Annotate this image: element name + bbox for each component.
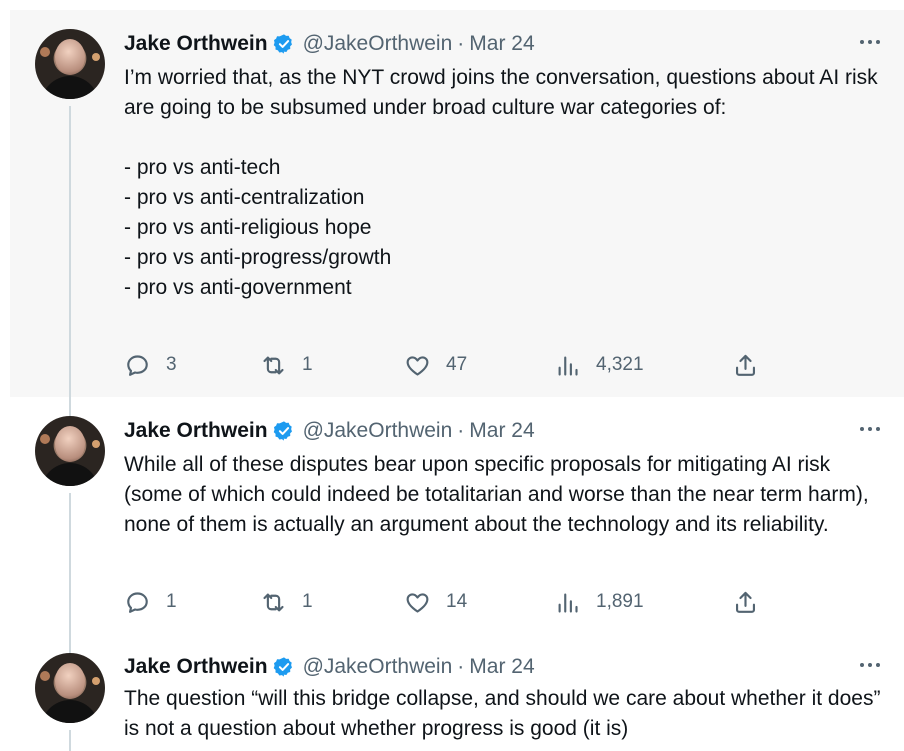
author-name[interactable]: Jake Orthwein xyxy=(124,419,268,443)
thread-line xyxy=(69,106,71,397)
more-options-icon[interactable] xyxy=(858,657,882,673)
views-button[interactable]: 1,891 xyxy=(554,585,644,619)
tweet[interactable]: Jake Orthwein @JakeOrthwein · Mar 24 Whi… xyxy=(10,397,904,637)
avatar[interactable] xyxy=(35,653,105,723)
share-icon xyxy=(735,591,756,613)
separator-dot: · xyxy=(457,32,465,55)
like-button[interactable]: 47 xyxy=(404,348,467,382)
tweet-header: Jake Orthwein @JakeOrthwein · Mar 24 xyxy=(124,417,535,445)
views-button[interactable]: 4,321 xyxy=(554,348,644,382)
more-options-icon[interactable] xyxy=(858,34,882,50)
like-count: 47 xyxy=(446,354,468,375)
reply-count: 1 xyxy=(166,591,177,612)
tweet-text: While all of these disputes bear upon sp… xyxy=(124,453,875,536)
verified-badge-icon xyxy=(273,421,292,441)
analytics-icon xyxy=(558,356,578,376)
retweet-count: 1 xyxy=(302,591,313,612)
view-count: 1,891 xyxy=(596,591,644,612)
tweet-text: I’m worried that, as the NYT crowd joins… xyxy=(124,66,878,299)
like-button[interactable]: 14 xyxy=(404,585,467,619)
heart-icon xyxy=(406,355,429,376)
author-name[interactable]: Jake Orthwein xyxy=(124,655,268,679)
thread-line xyxy=(69,397,71,416)
retweet-button[interactable]: 1 xyxy=(260,348,313,382)
share-button[interactable] xyxy=(732,585,759,619)
reply-count: 3 xyxy=(166,354,177,375)
tweet-text: The question “will this bridge collapse,… xyxy=(124,687,887,740)
tweet-date[interactable]: Mar 24 xyxy=(469,32,534,56)
author-handle[interactable]: @JakeOrthwein xyxy=(303,419,453,443)
tweet-date[interactable]: Mar 24 xyxy=(469,655,534,679)
tweet-actions: 3 1 47 4,321 xyxy=(124,348,774,382)
tweet[interactable]: Jake Orthwein @JakeOrthwein · Mar 24 I’m… xyxy=(10,10,904,397)
view-count: 4,321 xyxy=(596,354,644,375)
analytics-icon xyxy=(558,593,578,613)
share-button[interactable] xyxy=(732,348,759,382)
thread-line xyxy=(69,493,71,637)
verified-badge-icon xyxy=(273,34,292,54)
tweet[interactable]: Jake Orthwein @JakeOrthwein · Mar 24 The… xyxy=(10,637,904,751)
retweet-button[interactable]: 1 xyxy=(260,585,313,619)
reply-icon xyxy=(127,354,148,376)
author-name[interactable]: Jake Orthwein xyxy=(124,32,268,56)
separator-dot: · xyxy=(457,655,465,678)
share-icon xyxy=(735,354,756,376)
heart-icon xyxy=(406,592,429,613)
avatar[interactable] xyxy=(35,416,105,486)
retweet-count: 1 xyxy=(302,354,313,375)
author-handle[interactable]: @JakeOrthwein xyxy=(303,655,453,679)
thread-line xyxy=(69,730,71,751)
verified-badge-icon xyxy=(273,657,292,677)
retweet-icon xyxy=(263,356,284,374)
separator-dot: · xyxy=(457,419,465,442)
tweet-header: Jake Orthwein @JakeOrthwein · Mar 24 xyxy=(124,653,535,681)
reply-icon xyxy=(127,591,148,613)
tweet-header: Jake Orthwein @JakeOrthwein · Mar 24 xyxy=(124,30,535,58)
thread-line xyxy=(69,637,71,653)
avatar[interactable] xyxy=(35,29,105,99)
author-handle[interactable]: @JakeOrthwein xyxy=(303,32,453,56)
tweet-date[interactable]: Mar 24 xyxy=(469,419,534,443)
like-count: 14 xyxy=(446,591,468,612)
reply-button[interactable]: 1 xyxy=(124,585,177,619)
tweet-actions: 1 1 14 1,891 xyxy=(124,585,774,619)
more-options-icon[interactable] xyxy=(858,421,882,437)
retweet-icon xyxy=(263,593,284,611)
reply-button[interactable]: 3 xyxy=(124,348,177,382)
